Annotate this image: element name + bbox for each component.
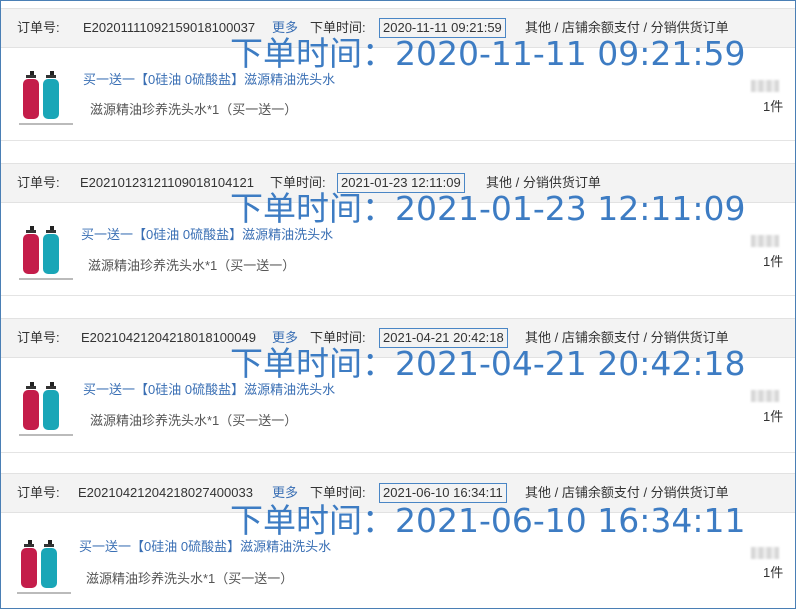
quantity: 1件 [763, 565, 784, 580]
price-blurred [751, 235, 779, 247]
price-blurred [751, 547, 779, 559]
more-link[interactable]: 更多 [272, 485, 298, 501]
order-no-label: 订单号: [17, 330, 60, 345]
product-title[interactable]: 买一送一【0硅油 0硫酸盐】滋源精油洗头水 [83, 72, 335, 88]
order-time-overlay: 下单时间：2021-06-10 16:34:11 [230, 501, 746, 540]
order-no-label: 订单号: [17, 20, 60, 35]
quantity: 1件 [763, 99, 784, 114]
product-spec: 滋源精油珍养洗头水*1（买一送一） [88, 258, 296, 273]
product-thumbnail[interactable] [15, 222, 77, 292]
product-title[interactable]: 买一送一【0硅油 0硫酸盐】滋源精油洗头水 [79, 539, 331, 555]
product-spec: 滋源精油珍养洗头水*1（买一送一） [90, 102, 298, 117]
divider [1, 452, 795, 453]
product-spec: 滋源精油珍养洗头水*1（买一送一） [86, 571, 294, 586]
order-source: 其他 / 店铺余额支付 / 分销供货订单 [525, 485, 729, 500]
order-no: E20210123121109018104121 [80, 175, 254, 190]
order-time-overlay: 下单时间：2021-04-21 20:42:18 [230, 344, 746, 383]
order-time-overlay: 下单时间：2021-01-23 12:11:09 [230, 189, 746, 228]
order-time-overlay: 下单时间：2020-11-11 09:21:59 [230, 34, 746, 73]
quantity: 1件 [763, 409, 784, 424]
product-thumbnail[interactable] [15, 378, 77, 448]
product-title[interactable]: 买一送一【0硅油 0硫酸盐】滋源精油洗头水 [81, 227, 333, 243]
product-thumbnail[interactable] [15, 67, 77, 137]
order-no-label: 订单号: [17, 485, 60, 500]
divider [1, 140, 795, 141]
product-spec: 滋源精油珍养洗头水*1（买一送一） [90, 413, 298, 428]
quantity: 1件 [763, 254, 784, 269]
order-time: 2021-06-10 16:34:11 [379, 483, 507, 503]
order-no-label: 订单号: [17, 175, 60, 190]
order-no: E20210421204218027400033 [78, 485, 253, 500]
order-time-label: 下单时间: [310, 485, 366, 500]
price-blurred [751, 80, 779, 92]
product-title[interactable]: 买一送一【0硅油 0硫酸盐】滋源精油洗头水 [83, 382, 335, 398]
price-blurred [751, 390, 779, 402]
product-thumbnail[interactable] [13, 536, 75, 606]
divider [1, 295, 795, 296]
